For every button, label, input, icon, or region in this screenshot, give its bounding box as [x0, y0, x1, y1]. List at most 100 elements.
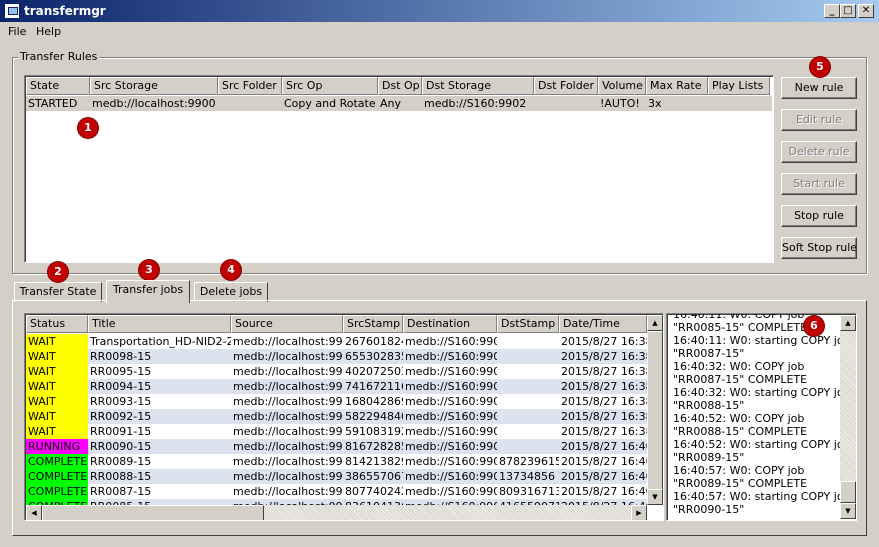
jobs-row[interactable]: WAITRR0091-15 medb://localhost:9900591083… [26, 424, 647, 439]
jobs-cell: medb://localhost:9900 [233, 380, 343, 393]
tab-transfer-jobs[interactable]: Transfer jobs [106, 280, 190, 303]
rules-col-header[interactable]: State [26, 77, 90, 95]
jobs-col-header[interactable]: Status [26, 315, 88, 333]
jobs-col-header[interactable]: Destination [403, 315, 497, 333]
annotation-badge-5: 5 [810, 57, 830, 77]
rules-col-header[interactable]: Volume [598, 77, 646, 95]
menu-bar: File Help [0, 22, 879, 41]
job-status-cell: WAIT [26, 409, 88, 424]
tab-transfer-state[interactable]: Transfer State [14, 282, 102, 302]
log-scroll-down-icon[interactable]: ▼ [840, 503, 856, 519]
scroll-left-icon[interactable]: ◀ [26, 505, 42, 520]
jobs-col-header[interactable]: DstStamp [497, 315, 559, 333]
log-line: "RR0089-15" COMPLETE [673, 477, 808, 490]
log-scroll-up-icon[interactable]: ▲ [840, 315, 856, 331]
annotation-badge-2: 2 [48, 262, 68, 282]
log-line: "RR0088-15" COMPLETE [673, 425, 808, 438]
jobs-hscroll-thumb[interactable] [42, 505, 264, 520]
jobs-cell: medb://S160:9902 [405, 335, 497, 348]
jobs-row[interactable]: WAITRR0094-15 medb://localhost:9900741672… [26, 379, 647, 394]
log-line: "RR0089-15" [673, 451, 745, 464]
jobs-cell: 2015/8/27 16:40:5 [561, 440, 647, 453]
soft-stop-rule-button[interactable]: Soft Stop rule [781, 237, 857, 259]
jobs-cell: 2015/8/27 16:38:5 [561, 410, 647, 423]
jobs-cell: medb://S160:9902 [405, 365, 497, 378]
log-line: 16:40:57: W0: starting COPY job: [673, 490, 855, 503]
job-status-cell: WAIT [26, 424, 88, 439]
edit-rule-button[interactable]: Edit rule [781, 109, 857, 131]
transfer-rules-table[interactable]: State Src Storage Src Folder Src Op Dst Op Ds… [24, 75, 774, 263]
log-line: "RR0087-15" COMPLETE [673, 373, 808, 386]
tab-delete-jobs[interactable]: Delete jobs [194, 282, 268, 302]
jobs-row[interactable]: WAITRR0092-15 medb://localhost:9900582294… [26, 409, 647, 424]
maximize-button[interactable]: □ [840, 4, 856, 18]
log-line: 16:40:52: W0: COPY job [673, 412, 805, 425]
rules-col-header[interactable]: Dst Folder [534, 77, 598, 95]
log-line: 16:40:57: W0: COPY job [673, 464, 805, 477]
log-panel[interactable]: 16:40:11: W0: COPY job "RR0085-15" COMPLE… [666, 313, 857, 521]
start-rule-button[interactable]: Start rule [781, 173, 857, 195]
jobs-cell: medb://S160:9902 [405, 485, 497, 498]
jobs-cell: 2015/8/27 16:38:5 [561, 365, 647, 378]
jobs-cell: RR0090-15 [90, 440, 152, 453]
rules-cell [708, 96, 770, 111]
log-line: 16:40:32: W0: COPY job [673, 360, 805, 373]
jobs-row[interactable]: COMPLETEDRR0089-15medb://localhost:99008… [26, 454, 647, 469]
rules-col-header[interactable]: Src Op [282, 77, 378, 95]
jobs-row[interactable]: COMPLETEDRR0088-15 medb://localhost:99003… [26, 469, 647, 484]
jobs-cell: 2015/8/27 16:38:5 [561, 425, 647, 438]
rules-row[interactable]: STARTED medb://localhost:9900 Copy and Rot… [26, 96, 772, 111]
jobs-cell: medb://localhost:9900 [233, 455, 343, 468]
transfer-rules-label: Transfer Rules [18, 50, 100, 63]
jobs-cell: medb://localhost:9900 [233, 425, 343, 438]
close-button[interactable]: ✕ [858, 4, 874, 18]
log-vscrollbar[interactable]: ▲ ▼ [840, 315, 856, 519]
jobs-row[interactable]: WAITTransportation_HD-NID2-249medb://loc… [26, 334, 647, 349]
jobs-col-header[interactable]: SrcStamp [343, 315, 403, 333]
jobs-hscrollbar[interactable]: ◀ ▶ [26, 505, 647, 520]
scroll-up-icon[interactable]: ▲ [647, 315, 663, 331]
jobs-row[interactable]: WAITRR0093-15 medb://localhost:9900168042… [26, 394, 647, 409]
scroll-right-icon[interactable]: ▶ [631, 505, 647, 520]
job-status-cell: WAIT [26, 364, 88, 379]
jobs-vscrollbar[interactable]: ▲ ▼ [647, 315, 663, 505]
jobs-cell: 809316713 [499, 485, 559, 498]
jobs-row[interactable]: RUNNINGRR0090-15 medb://localhost:9900816… [26, 439, 647, 454]
rules-col-header[interactable]: Src Storage [90, 77, 218, 95]
jobs-cell: 582294840 [345, 410, 403, 423]
scroll-down-icon[interactable]: ▼ [647, 489, 663, 505]
rules-col-header[interactable]: Max Rate [646, 77, 708, 95]
menu-help[interactable]: Help [36, 25, 61, 38]
app-icon [4, 3, 20, 19]
jobs-row[interactable]: WAITRR0095-15 medb://localhost:9900402072… [26, 364, 647, 379]
jobs-cell [497, 394, 559, 409]
transfer-jobs-table[interactable]: Status Title Source SrcStamp Destination DstS… [24, 313, 664, 521]
rules-cell [218, 96, 282, 111]
stop-rule-button[interactable]: Stop rule [781, 205, 857, 227]
rules-col-header[interactable]: Src Folder [218, 77, 282, 95]
jobs-vscroll-thumb[interactable] [647, 331, 663, 491]
jobs-col-header[interactable]: Source [231, 315, 343, 333]
jobs-cell: 2015/8/27 16:38:5 [561, 395, 647, 408]
menu-file[interactable]: File [8, 25, 26, 38]
jobs-cell: medb://S160:9902 [405, 455, 497, 468]
minimize-button[interactable]: _ [824, 4, 840, 18]
rules-col-header[interactable]: Play Lists [708, 77, 770, 95]
jobs-cell: RR0098-15 [90, 350, 152, 363]
rules-col-header[interactable]: Dst Op [378, 77, 422, 95]
new-rule-button[interactable]: New rule [781, 77, 857, 99]
jobs-col-header[interactable]: Date/Time [559, 315, 647, 333]
annotation-badge-4: 4 [221, 260, 241, 280]
jobs-cell: 655302835 [345, 350, 403, 363]
log-line: 16:40:11: W0: starting COPY job: [673, 334, 855, 347]
jobs-cell: medb://localhost:9900 [233, 350, 343, 363]
log-vscroll-thumb[interactable] [840, 481, 856, 503]
rules-col-header[interactable]: Dst Storage [422, 77, 534, 95]
jobs-col-header[interactable]: Title [88, 315, 231, 333]
jobs-row[interactable]: COMPLETEDRR0087-15medb://localhost:99008… [26, 484, 647, 499]
delete-rule-button[interactable]: Delete rule [781, 141, 857, 163]
jobs-cell: medb://localhost:9900 [233, 335, 343, 348]
rules-cell: 3x [648, 97, 662, 110]
jobs-cell: medb://S160:9902 [405, 470, 497, 483]
jobs-row[interactable]: WAITRR0098-15 medb://localhost:9900655302… [26, 349, 647, 364]
